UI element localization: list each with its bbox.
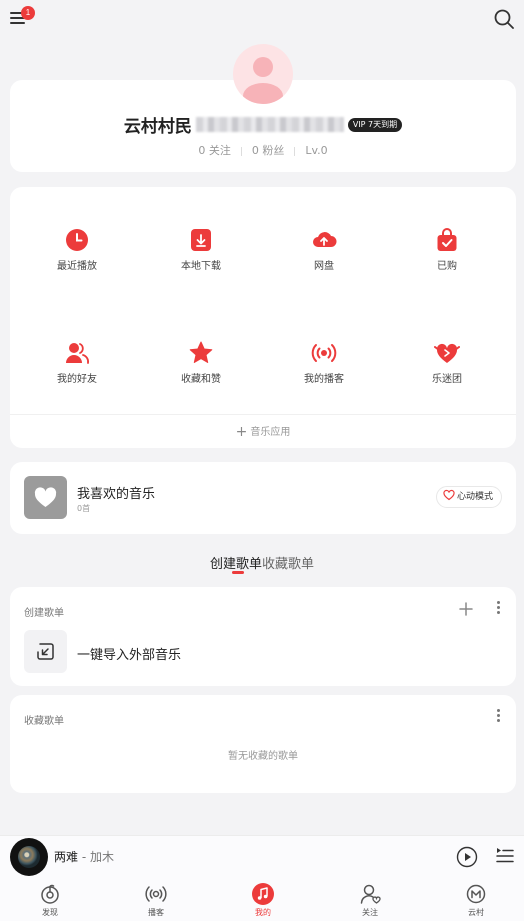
follow-icon — [360, 884, 381, 904]
liked-music-cover — [24, 476, 67, 519]
friends-icon — [66, 343, 89, 364]
empty-state-text: 暂无收藏的歌单 — [228, 751, 298, 762]
username-row: 云村村民 VIP 7天到期 — [10, 112, 516, 137]
plus-icon — [459, 602, 473, 616]
fans-count[interactable]: 0 粉丝 — [252, 144, 285, 157]
more-vertical-icon — [492, 709, 504, 722]
song-name: 两难 — [54, 850, 79, 864]
add-music-apps-button[interactable]: + 音乐应用 — [10, 423, 516, 440]
mini-player[interactable]: 两难 - 加木 — [0, 835, 524, 877]
user-level[interactable]: Lv.0 — [305, 144, 327, 157]
import-icon — [37, 643, 54, 660]
notification-badge: 1 — [21, 6, 35, 20]
plus-icon: + — [235, 424, 248, 440]
nav-podcast[interactable]: 播客 — [130, 883, 182, 918]
tab-collected-playlists[interactable]: 收藏歌单 — [262, 553, 314, 572]
app-cloud-drive[interactable]: 网盘 — [264, 227, 384, 277]
divider — [294, 146, 296, 156]
menu-button[interactable]: 1 — [8, 6, 35, 30]
podcast-icon — [311, 344, 337, 362]
app-label: 本地下载 — [181, 261, 221, 272]
app-purchased[interactable]: 已购 — [387, 227, 507, 277]
username[interactable]: 云村村民 — [124, 117, 192, 137]
app-label: 我的播客 — [304, 374, 344, 385]
nav-label: 关注 — [362, 908, 378, 917]
shopping-bag-icon — [437, 228, 457, 251]
add-apps-label: 音乐应用 — [250, 427, 291, 438]
play-button[interactable] — [456, 846, 478, 868]
active-tab-indicator — [232, 571, 244, 574]
app-my-podcast[interactable]: 我的播客 — [264, 340, 384, 390]
heart-mode-label: 心动模式 — [456, 492, 493, 502]
app-collect-like[interactable]: 收藏和赞 — [141, 340, 261, 390]
album-art — [18, 846, 40, 868]
cloud-village-icon — [466, 884, 486, 904]
app-label: 网盘 — [314, 261, 334, 272]
app-recent-play[interactable]: 最近播放 — [17, 227, 137, 277]
nav-label: 云村 — [468, 908, 484, 917]
app-label: 已购 — [437, 261, 457, 272]
username-obscured-part — [195, 117, 344, 132]
collected-playlists-card: 收藏歌单 暂无收藏的歌单 — [10, 695, 516, 793]
star-icon — [189, 341, 213, 363]
bottom-tab-bar: 发现 播客 我的 关注 云村 — [0, 877, 524, 921]
nav-cloud-village[interactable]: 云村 — [450, 883, 502, 918]
playlist-icon — [496, 848, 514, 863]
nav-label: 播客 — [148, 908, 164, 917]
album-art-disc[interactable] — [10, 838, 48, 876]
divider — [10, 414, 516, 415]
import-music-icon[interactable] — [24, 630, 67, 673]
playlist-tabs: 创建歌单收藏歌单 — [0, 553, 524, 572]
more-button[interactable] — [492, 599, 504, 619]
tab-created-playlists[interactable]: 创建歌单 — [210, 553, 262, 572]
more-button[interactable] — [492, 707, 504, 727]
app-fan-club[interactable]: 乐迷团 — [387, 340, 507, 390]
profile-stats: 0 关注 0 粉丝 Lv.0 — [10, 142, 516, 158]
download-icon — [191, 229, 211, 251]
app-label: 乐迷团 — [432, 374, 462, 385]
heart-mode-icon — [443, 489, 455, 501]
song-separator: - — [78, 850, 90, 864]
create-playlist-button[interactable] — [456, 599, 476, 619]
now-playing[interactable]: 两难 - 加木 — [54, 848, 114, 865]
more-vertical-icon — [492, 601, 504, 614]
search-button[interactable] — [493, 8, 515, 30]
top-bar: 1 — [0, 0, 524, 40]
liked-music-card[interactable]: 我喜欢的音乐 0首 心动模式 — [10, 462, 516, 534]
nav-label: 发现 — [42, 908, 58, 917]
fan-club-icon — [434, 343, 460, 363]
quick-apps-card: 最近播放 本地下载 网盘 已购 我的好友 收藏和赞 我的播客 乐迷团 + 音乐应… — [10, 187, 516, 448]
heart-icon — [34, 487, 57, 507]
nav-mine[interactable]: 我的 — [237, 883, 289, 918]
artist-name: 加木 — [89, 850, 114, 864]
cloud-upload-icon — [313, 232, 337, 247]
app-label: 我的好友 — [57, 374, 97, 385]
app-my-friends[interactable]: 我的好友 — [17, 340, 137, 390]
play-icon — [456, 846, 478, 868]
search-icon — [494, 9, 514, 29]
app-label: 收藏和赞 — [181, 374, 221, 385]
discover-icon — [41, 884, 59, 904]
liked-music-count: 0首 — [77, 504, 91, 513]
music-note-icon — [252, 883, 274, 905]
avatar[interactable] — [233, 44, 293, 104]
section-title: 收藏歌单 — [24, 716, 64, 727]
vip-badge[interactable]: VIP 7天到期 — [347, 117, 403, 132]
heart-mode-button[interactable]: 心动模式 — [435, 486, 502, 508]
playlist-button[interactable] — [496, 846, 514, 866]
nav-follow[interactable]: 关注 — [344, 883, 396, 918]
nav-discover[interactable]: 发现 — [24, 883, 76, 918]
follow-count[interactable]: 0 关注 — [198, 144, 231, 157]
default-avatar-icon — [243, 57, 283, 104]
section-title: 创建歌单 — [24, 608, 64, 619]
app-local-download[interactable]: 本地下载 — [141, 227, 261, 277]
clock-icon — [66, 229, 88, 251]
divider — [240, 146, 242, 156]
app-label: 最近播放 — [57, 261, 97, 272]
import-music-label[interactable]: 一键导入外部音乐 — [77, 644, 181, 663]
nav-label: 我的 — [255, 908, 271, 917]
created-playlists-card: 创建歌单 一键导入外部音乐 — [10, 587, 516, 686]
liked-music-title: 我喜欢的音乐 — [77, 487, 156, 502]
podcast-nav-icon — [145, 886, 167, 902]
